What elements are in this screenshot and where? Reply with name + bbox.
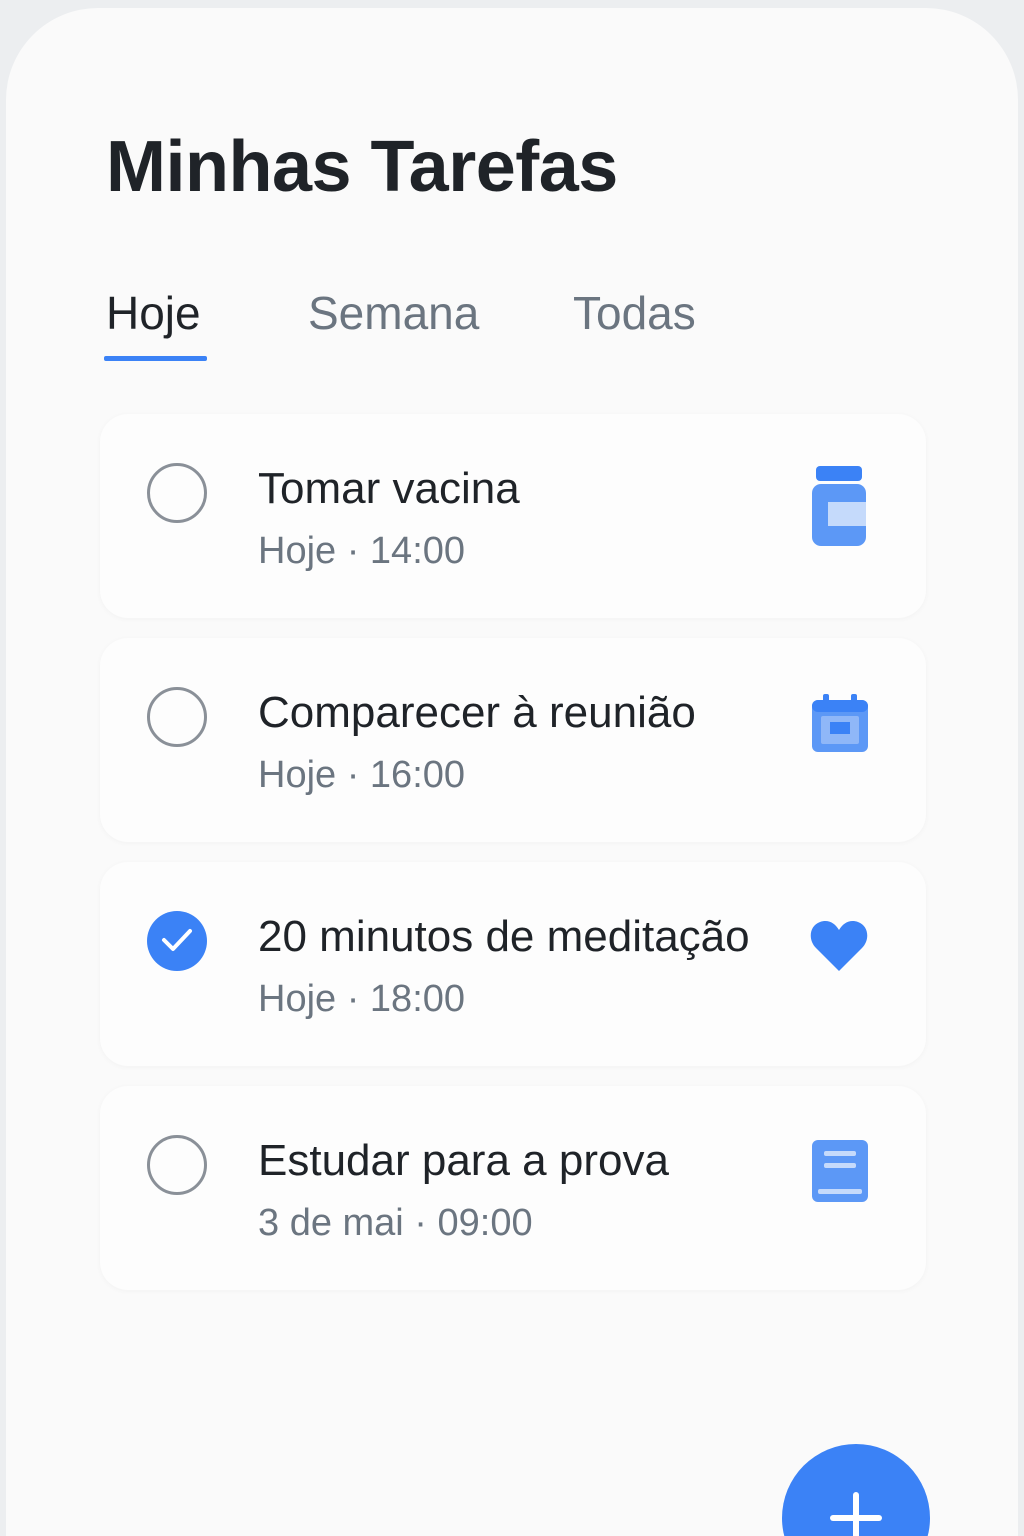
- task-title: 20 minutos de meditação: [258, 912, 750, 961]
- tab-hoje[interactable]: Hoje: [106, 286, 201, 340]
- plus-icon: [830, 1492, 882, 1536]
- calendar-icon: [812, 694, 868, 757]
- task-due-date: Hoje · 18:00: [258, 978, 466, 1020]
- task-checkbox[interactable]: [147, 1135, 207, 1195]
- task-title: Estudar para a prova: [258, 1136, 669, 1185]
- notebook-icon: [812, 1140, 868, 1207]
- task-due-date: Hoje · 16:00: [258, 754, 466, 796]
- task-checkbox-checked[interactable]: [147, 911, 207, 971]
- task-checkbox[interactable]: [147, 687, 207, 747]
- task-card[interactable]: 20 minutos de meditação Hoje · 18:00: [100, 862, 926, 1066]
- task-checkbox[interactable]: [147, 463, 207, 523]
- task-card[interactable]: Comparecer à reunião Hoje · 16:00: [100, 638, 926, 842]
- task-card[interactable]: Tomar vacina Hoje · 14:00: [100, 414, 926, 618]
- tab-todas[interactable]: Todas: [573, 286, 696, 340]
- active-tab-indicator: [104, 356, 207, 361]
- tab-semana[interactable]: Semana: [308, 286, 479, 340]
- app-screen: Minhas Tarefas Hoje Semana Todas Tomar v…: [6, 8, 1018, 1536]
- task-title: Tomar vacina: [258, 464, 520, 513]
- checkmark-icon: [162, 929, 192, 951]
- vaccine-vial-icon: [812, 466, 866, 551]
- heart-icon: [810, 920, 868, 977]
- task-due-date: Hoje · 14:00: [258, 530, 466, 572]
- task-title: Comparecer à reunião: [258, 688, 696, 737]
- task-card[interactable]: Estudar para a prova 3 de mai · 09:00: [100, 1086, 926, 1290]
- task-due-date: 3 de mai · 09:00: [258, 1202, 533, 1244]
- page-title: Minhas Tarefas: [106, 127, 618, 207]
